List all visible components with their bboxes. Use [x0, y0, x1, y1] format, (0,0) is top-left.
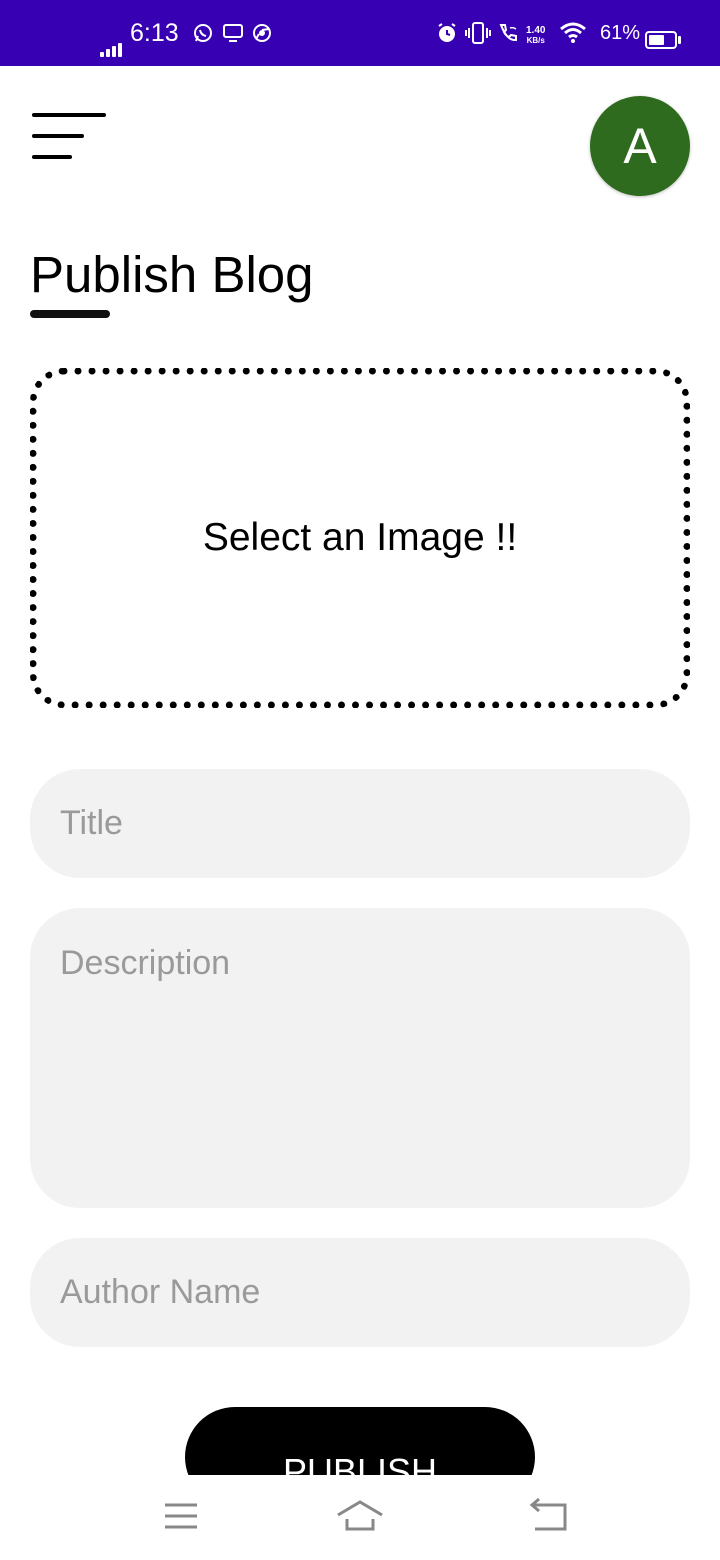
menu-icon-line-3 [32, 155, 72, 159]
system-nav-bar [0, 1475, 720, 1560]
network-speed: 1.40 KB/s [526, 26, 545, 46]
back-icon[interactable] [525, 1495, 575, 1535]
status-bar: 6:13 1.40 KB/s 61% [0, 0, 720, 66]
whatsapp-icon [193, 23, 213, 43]
menu-icon-line-2 [32, 134, 84, 138]
page-title: Publish Blog [30, 246, 314, 303]
title-underline [30, 310, 110, 318]
author-name-input[interactable] [30, 1238, 690, 1347]
status-time: 6:13 [130, 18, 179, 47]
vibrate-icon [465, 22, 491, 44]
battery-icon [645, 30, 681, 50]
wifi-icon [560, 22, 586, 43]
battery-fill [649, 35, 664, 45]
menu-icon-line-1 [32, 113, 106, 117]
home-icon[interactable] [335, 1495, 385, 1535]
screen-cast-icon [222, 23, 244, 43]
alarm-icon [436, 23, 458, 43]
title-input[interactable] [30, 769, 690, 878]
network-speed-unit: KB/s [526, 36, 545, 45]
avatar-letter: A [623, 118, 657, 174]
wifi-calling-icon [497, 23, 519, 43]
select-image-label: Select an Image !! [202, 516, 518, 559]
menu-button[interactable] [30, 110, 110, 166]
recent-apps-icon[interactable] [155, 1495, 205, 1535]
network-speed-value: 1.40 [526, 25, 546, 36]
select-image-area[interactable]: Select an Image !! [30, 368, 690, 708]
avatar[interactable]: A [590, 96, 690, 196]
chrome-icon [252, 23, 272, 43]
battery-percent: 61% [600, 21, 641, 44]
description-input[interactable] [30, 908, 690, 1208]
signal-icon [100, 0, 122, 66]
